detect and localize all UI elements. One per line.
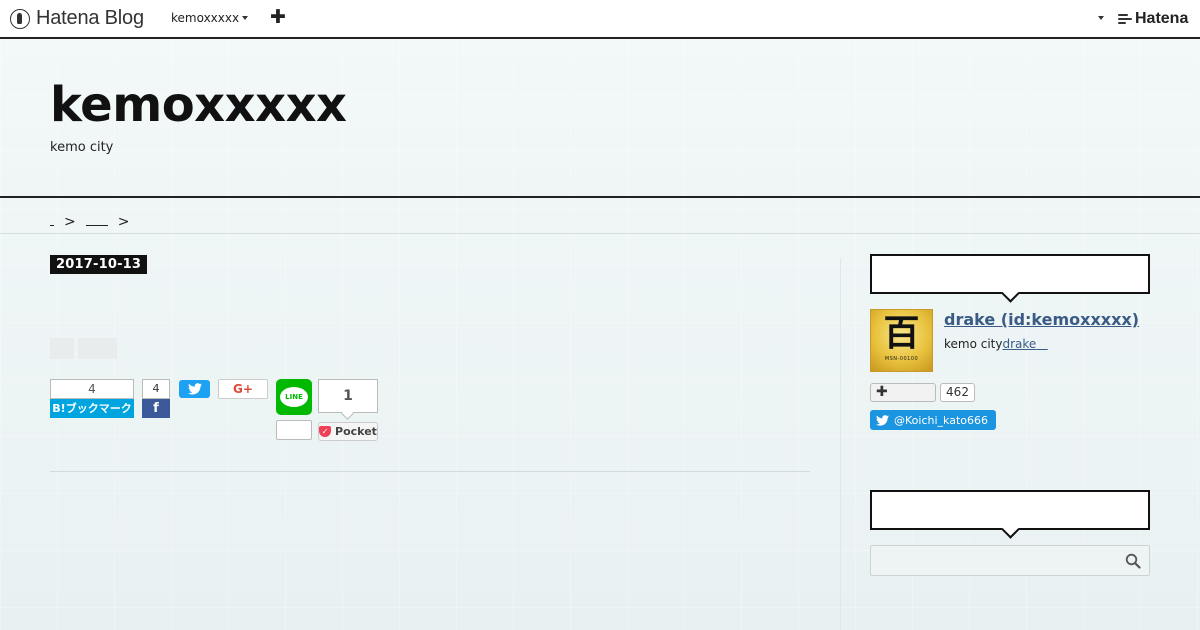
follower-count[interactable]: 462 — [940, 383, 975, 402]
googleplus-share-button[interactable]: G+ — [218, 379, 268, 399]
twitter-follow-button[interactable]: @Koichi_kato666 — [870, 410, 996, 430]
pocket-label: Pocket — [335, 425, 377, 438]
pocket-save-button[interactable]: ✓ Pocket — [318, 422, 378, 441]
profile-link[interactable]: drake — [1003, 337, 1048, 351]
profile-description: kemo citydrake — [944, 337, 1048, 351]
blog-title[interactable]: kemoxxxxx — [50, 77, 347, 133]
breadcrumb: > > — [50, 211, 139, 230]
add-button[interactable]: ✚ — [270, 6, 286, 28]
hatena-bookmark-count[interactable]: 4 — [50, 379, 134, 399]
profile-module-heading — [870, 254, 1150, 294]
avatar-glyph: 百 — [883, 313, 920, 354]
entry-footer-divider — [50, 471, 810, 472]
line-icon: LINE — [280, 387, 308, 407]
hatena-brand-icon — [1118, 13, 1132, 25]
facebook-icon: f — [153, 401, 159, 416]
entry-date[interactable]: 2017-10-13 — [50, 255, 148, 274]
twitter-share-button[interactable] — [179, 380, 210, 398]
user-menu-chevron-down-icon[interactable] — [1098, 16, 1104, 20]
search-input[interactable] — [870, 545, 1150, 576]
twitter-follow-label: @Koichi_kato666 — [894, 413, 988, 427]
breadcrumb-home-link[interactable] — [50, 211, 54, 226]
breadcrumb-category-link[interactable] — [85, 211, 108, 226]
search-module-heading — [870, 490, 1150, 530]
header-divider — [0, 196, 1200, 198]
avatar-caption: MSN-00100 — [884, 356, 919, 362]
blog-menu-dropdown[interactable]: kemoxxxxx — [171, 11, 249, 25]
blog-description: kemo city — [50, 140, 114, 155]
profile-description-text: kemo city — [944, 337, 1003, 351]
twitter-bird-icon — [187, 383, 202, 395]
hatena-bookmark-button[interactable]: B!ブックマーク — [50, 399, 134, 418]
hatena-blog-logo-icon — [10, 8, 30, 29]
category-chip[interactable] — [78, 338, 117, 359]
search-icon[interactable] — [1125, 553, 1141, 569]
hatena-brand-link[interactable]: Hatena — [1118, 10, 1188, 28]
category-chip[interactable] — [50, 338, 74, 359]
blog-menu-label: kemoxxxxx — [171, 11, 240, 25]
follow-button[interactable]: ✚ — [870, 383, 936, 402]
breadcrumb-separator: > — [64, 214, 76, 230]
chevron-down-icon — [242, 16, 249, 20]
logo-text: Hatena Blog — [36, 7, 144, 29]
hatena-brand-label: Hatena — [1135, 10, 1189, 27]
facebook-share-count: 4 — [142, 379, 170, 399]
facebook-share-button[interactable]: f — [142, 399, 170, 418]
avatar[interactable]: 百 MSN-00100 — [870, 309, 933, 372]
line-share-button[interactable]: LINE — [276, 379, 312, 415]
breadcrumb-divider — [0, 233, 1200, 234]
global-header: Hatena Blog kemoxxxxx ✚ Hatena — [0, 0, 1200, 39]
twitter-bird-icon — [876, 414, 889, 426]
hatena-blog-logo[interactable]: Hatena Blog — [10, 7, 144, 30]
column-divider — [840, 258, 841, 630]
line-count-box — [276, 420, 312, 440]
pocket-count: 1 — [318, 379, 378, 413]
profile-name-link[interactable]: drake (id:kemoxxxxx) — [944, 310, 1139, 329]
breadcrumb-separator: > — [117, 214, 130, 230]
pocket-icon: ✓ — [319, 426, 332, 437]
